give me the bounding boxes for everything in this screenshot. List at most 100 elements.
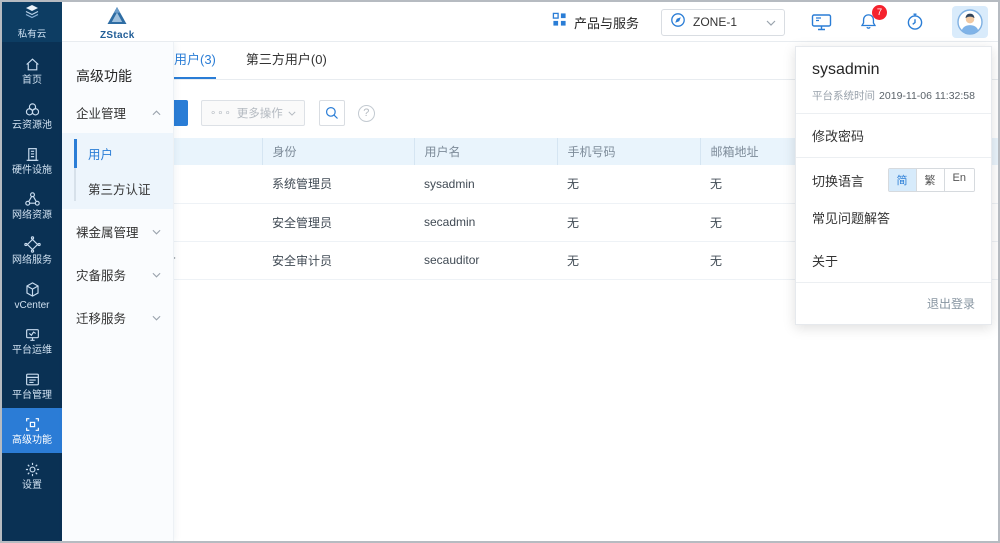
search-button[interactable]: [319, 100, 345, 126]
sidebar-item-label: vCenter: [14, 301, 49, 311]
chevron-down-icon: [152, 315, 161, 321]
cloud-pool-icon: [24, 101, 41, 118]
zstack-triangle-icon: [106, 6, 128, 30]
menu-section-baremetal[interactable]: 裸金属管理: [62, 209, 173, 252]
language-option-english[interactable]: En: [944, 169, 974, 191]
zone-compass-icon: [670, 12, 686, 33]
history-clock-icon: [905, 12, 925, 32]
gear-icon: [24, 461, 41, 478]
app-window: 私有云 ZStack: [0, 0, 1000, 543]
vcenter-icon: [24, 281, 41, 298]
network-resource-icon: [24, 191, 41, 208]
sidebar-item-cloud-pool[interactable]: 云资源池: [2, 93, 62, 138]
primary-sidebar: 首页 云资源池 硬件设施 网络资源 网络服务: [2, 42, 62, 541]
zstack-logo[interactable]: ZStack: [100, 6, 135, 41]
more-actions-button[interactable]: ∘∘∘ 更多操作: [201, 100, 305, 126]
sidebar-item-advanced[interactable]: 高级功能: [2, 408, 62, 453]
menu-section-label: 灾备服务: [76, 265, 126, 284]
username-cell: secauditor: [414, 241, 557, 279]
about-item[interactable]: 关于: [812, 239, 975, 282]
history-button[interactable]: [905, 12, 925, 32]
menu-section-enterprise[interactable]: 企业管理: [62, 90, 173, 133]
role-cell: 安全审计员: [262, 241, 414, 279]
sidebar-item-label: 硬件设施: [12, 166, 52, 176]
sidebar-item-label: 云资源池: [12, 121, 52, 131]
menu-section-label: 迁移服务: [76, 308, 126, 327]
zstack-logo-text: ZStack: [100, 30, 135, 41]
submenu-item-label: 第三方认证: [88, 183, 151, 197]
platform-icon: [24, 371, 41, 388]
notifications-button[interactable]: 7: [859, 12, 878, 32]
sidebar-item-network-service[interactable]: 网络服务: [2, 228, 62, 273]
change-password-item[interactable]: 修改密码: [812, 114, 975, 157]
sidebar-item-label: 网络服务: [12, 256, 52, 266]
brand-label: 私有云: [18, 26, 47, 40]
system-time-row: 平台系统时间 2019-11-06 11:32:58: [812, 88, 975, 103]
faq-item[interactable]: 常见问题解答: [812, 196, 975, 239]
tab-third-party-users[interactable]: 第三方用户(0): [246, 42, 327, 79]
sidebar-item-label: 设置: [22, 481, 42, 491]
top-bar: 私有云 ZStack: [2, 2, 998, 42]
role-column-header: 身份: [262, 138, 414, 165]
language-switch-row: 切换语言 简 繁 En: [812, 158, 975, 196]
sidebar-item-ops[interactable]: 平台运维: [2, 318, 62, 363]
sidebar-item-label: 首页: [22, 76, 42, 86]
active-indicator-bar: [74, 139, 77, 168]
user-avatar-button[interactable]: [952, 6, 988, 38]
sidebar-item-label: 平台运维: [12, 346, 52, 356]
menu-section-label: 裸金属管理: [76, 222, 139, 241]
phone-cell: 无: [557, 241, 700, 279]
products-services-button[interactable]: 产品与服务: [552, 12, 639, 32]
menu-section-label: 企业管理: [76, 103, 126, 122]
topbar-right-cluster: 产品与服务 ZONE-1: [552, 2, 988, 42]
language-option-simplified[interactable]: 简: [889, 169, 916, 191]
secondary-sidebar-title: 高级功能: [62, 42, 173, 90]
menu-section-migration[interactable]: 迁移服务: [62, 295, 173, 338]
monitor-icon: [811, 12, 832, 32]
grid-icon: [552, 12, 567, 32]
sidebar-item-label: 平台管理: [12, 391, 52, 401]
sidebar-item-hardware[interactable]: 硬件设施: [2, 138, 62, 183]
zone-selector[interactable]: ZONE-1: [661, 9, 785, 36]
system-time-value: 2019-11-06 11:32:58: [879, 90, 975, 102]
user-dropdown-panel: sysadmin 平台系统时间 2019-11-06 11:32:58 修改密码…: [795, 46, 992, 325]
username-cell: secadmin: [414, 203, 557, 241]
ops-monitor-icon: [24, 326, 41, 343]
chevron-up-icon: [152, 110, 161, 116]
sidebar-item-label: 网络资源: [12, 211, 52, 221]
sidebar-item-settings[interactable]: 设置: [2, 453, 62, 498]
layers-icon: [23, 4, 41, 25]
sidebar-item-platform[interactable]: 平台管理: [2, 363, 62, 408]
chevron-down-icon: [152, 229, 161, 235]
notification-badge: 7: [872, 5, 887, 20]
submenu-item-users[interactable]: 用户: [62, 136, 173, 171]
sidebar-item-network-resource[interactable]: 网络资源: [2, 183, 62, 228]
chevron-down-icon: [288, 111, 296, 116]
advanced-icon: [24, 416, 41, 433]
brand-logo[interactable]: 私有云: [2, 2, 62, 42]
hardware-icon: [24, 146, 41, 163]
sidebar-item-vcenter[interactable]: vCenter: [2, 273, 62, 318]
help-icon[interactable]: ?: [358, 105, 375, 122]
avatar: [957, 9, 983, 35]
dropdown-username: sysadmin: [812, 61, 975, 79]
search-icon: [325, 106, 339, 120]
language-option-traditional[interactable]: 繁: [916, 169, 944, 191]
console-monitor-button[interactable]: [811, 12, 832, 32]
phone-cell: 无: [557, 203, 700, 241]
network-service-icon: [24, 236, 41, 253]
submenu-item-third-party-auth[interactable]: 第三方认证: [62, 171, 173, 206]
role-cell: 系统管理员: [262, 165, 414, 203]
language-segmented-control: 简 繁 En: [888, 168, 975, 192]
secondary-sidebar: 高级功能 企业管理 用户 第三方认证 裸金属管理 灾备服务: [62, 42, 174, 541]
username-column-header: 用户名: [414, 138, 557, 165]
menu-section-disaster-recovery[interactable]: 灾备服务: [62, 252, 173, 295]
system-time-label: 平台系统时间: [812, 88, 875, 103]
sidebar-item-label: 高级功能: [12, 436, 52, 446]
more-actions-label: 更多操作: [237, 105, 283, 121]
logout-button[interactable]: 退出登录: [812, 283, 975, 318]
enterprise-submenu: 用户 第三方认证: [62, 133, 173, 209]
zone-selector-value: ZONE-1: [693, 15, 759, 29]
language-switch-label: 切换语言: [812, 171, 864, 190]
sidebar-item-home[interactable]: 首页: [2, 48, 62, 93]
